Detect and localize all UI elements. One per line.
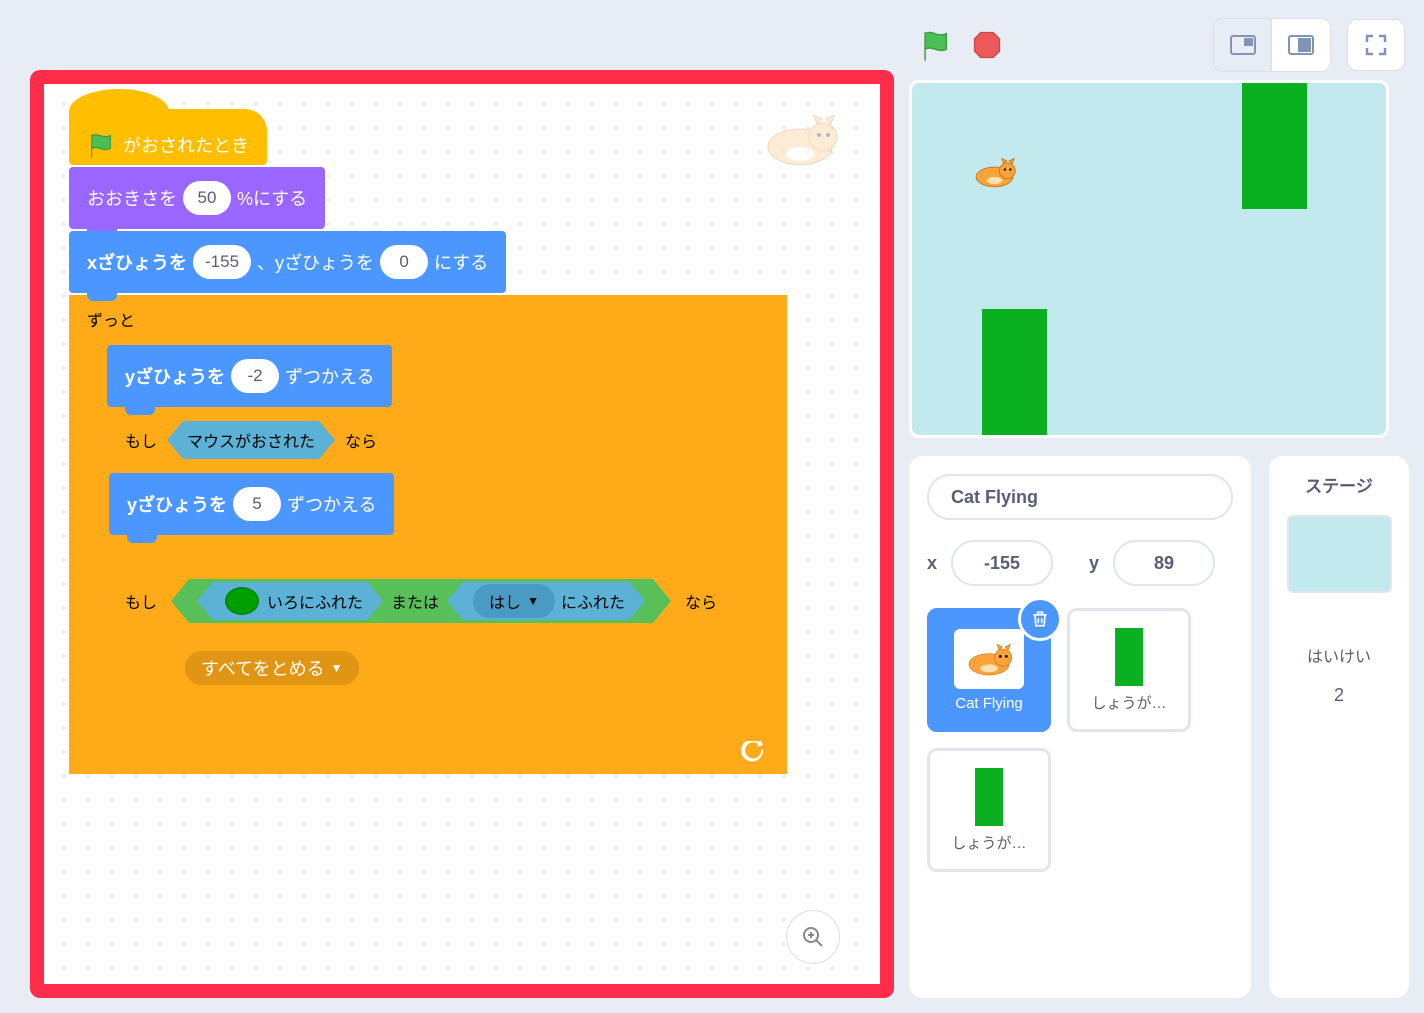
stage-size-modes: [1213, 18, 1331, 72]
large-stage-button[interactable]: [1272, 19, 1330, 71]
touching-dropdown[interactable]: はし ▼: [473, 584, 555, 618]
green-flag-icon: [87, 131, 115, 159]
loop-arrow-icon: [741, 741, 767, 763]
small-stage-button[interactable]: [1214, 19, 1272, 71]
backdrop-label: はいけい: [1307, 643, 1371, 667]
stage-backdrop-thumb[interactable]: [1287, 515, 1392, 593]
sprite-x-input[interactable]: [951, 540, 1053, 586]
sprite-thumb: [1115, 628, 1143, 686]
stage-panel-title: ステージ: [1305, 472, 1373, 497]
change-y-block-1[interactable]: yざひょうを -2 ずつかえる: [107, 345, 392, 407]
stage-cat-sprite[interactable]: [967, 153, 1022, 191]
zoom-in-button[interactable]: [786, 910, 840, 964]
set-size-block[interactable]: おおきさを 50 %にする: [69, 167, 325, 229]
hat-label: がおされたとき: [123, 132, 249, 158]
x-label: x: [927, 553, 937, 574]
large-stage-icon: [1288, 35, 1314, 55]
chevron-down-icon: ▼: [527, 594, 539, 608]
small-stage-icon: [1230, 35, 1256, 55]
y-label: y: [1089, 553, 1099, 574]
script-stack[interactable]: がおされたとき おおきさを 50 %にする xざひょうを -155 、yざひょう…: [69, 109, 787, 774]
stop-dropdown[interactable]: すべてをとめる ▼: [185, 651, 359, 685]
fullscreen-button[interactable]: [1347, 19, 1405, 71]
if-touching-block[interactable]: もし いろにふれた または: [89, 567, 787, 729]
sprite-tile-obstacle-1[interactable]: しょうが…: [1067, 608, 1191, 732]
sprite-tile-label: しょうが…: [951, 832, 1026, 853]
stop-button[interactable]: [965, 23, 1009, 67]
sprite-tile-obstacle-2[interactable]: しょうが…: [927, 748, 1051, 872]
stop-icon: [972, 30, 1002, 60]
stage-info-panel: ステージ はいけい 2: [1269, 456, 1409, 998]
change-y2-input[interactable]: 5: [233, 487, 281, 521]
if-mouse-block[interactable]: もし マウスがおされた なら yざひょうを: [89, 409, 437, 565]
stage-controls: [909, 10, 1409, 80]
green-flag-icon: [918, 28, 952, 62]
stage-canvas[interactable]: [909, 80, 1389, 438]
chevron-down-icon: ▼: [331, 661, 343, 675]
sprite-tile-cat[interactable]: Cat Flying: [927, 608, 1051, 732]
size-input[interactable]: 50: [183, 181, 231, 215]
sprite-thumb: [975, 768, 1003, 826]
sprite-thumb: [954, 629, 1024, 689]
or-boolean[interactable]: いろにふれた または はし ▼ にふれた: [171, 579, 671, 623]
goto-x-input[interactable]: -155: [193, 245, 251, 279]
sprite-tile-label: Cat Flying: [955, 695, 1023, 712]
stage-pipe-bottom: [982, 309, 1047, 435]
trash-icon: [1030, 609, 1050, 629]
stage-and-sprites-panel: x y Cat Flying: [909, 10, 1409, 998]
stop-all-block[interactable]: すべてをとめる ▼: [109, 637, 383, 699]
sprite-y-input[interactable]: [1113, 540, 1215, 586]
change-y1-input[interactable]: -2: [231, 359, 279, 393]
goto-y-input[interactable]: 0: [380, 245, 428, 279]
touching-color-boolean[interactable]: いろにふれた: [197, 582, 383, 620]
fullscreen-icon: [1364, 33, 1388, 57]
sprite-name-input[interactable]: [927, 474, 1233, 520]
sprites-grid: Cat Flying しょうが… しょうが…: [927, 608, 1233, 872]
code-workspace-panel: がおされたとき おおきさを 50 %にする xざひょうを -155 、yざひょう…: [30, 70, 894, 998]
green-flag-button[interactable]: [913, 23, 957, 67]
stage-pipe-top: [1242, 83, 1307, 209]
when-flag-clicked-block[interactable]: がおされたとき: [69, 109, 267, 165]
goto-xy-block[interactable]: xざひょうを -155 、yざひょうを 0 にする: [69, 231, 506, 293]
color-swatch-input[interactable]: [225, 587, 259, 615]
zoom-in-icon: [801, 925, 825, 949]
blocks-workspace[interactable]: がおされたとき おおきさを 50 %にする xざひょうを -155 、yざひょう…: [44, 84, 880, 984]
touching-edge-boolean[interactable]: はし ▼ にふれた: [447, 582, 645, 620]
sprite-tile-label: しょうが…: [1091, 692, 1166, 713]
mouse-down-boolean[interactable]: マウスがおされた: [167, 421, 335, 459]
change-y-block-2[interactable]: yざひょうを 5 ずつかえる: [109, 473, 394, 535]
sprite-info-panel: x y Cat Flying: [909, 456, 1251, 998]
delete-sprite-button[interactable]: [1018, 597, 1062, 641]
backdrop-count: 2: [1334, 685, 1344, 706]
forever-block[interactable]: ずっと yざひょうを -2 ずつかえる もし: [69, 295, 787, 774]
